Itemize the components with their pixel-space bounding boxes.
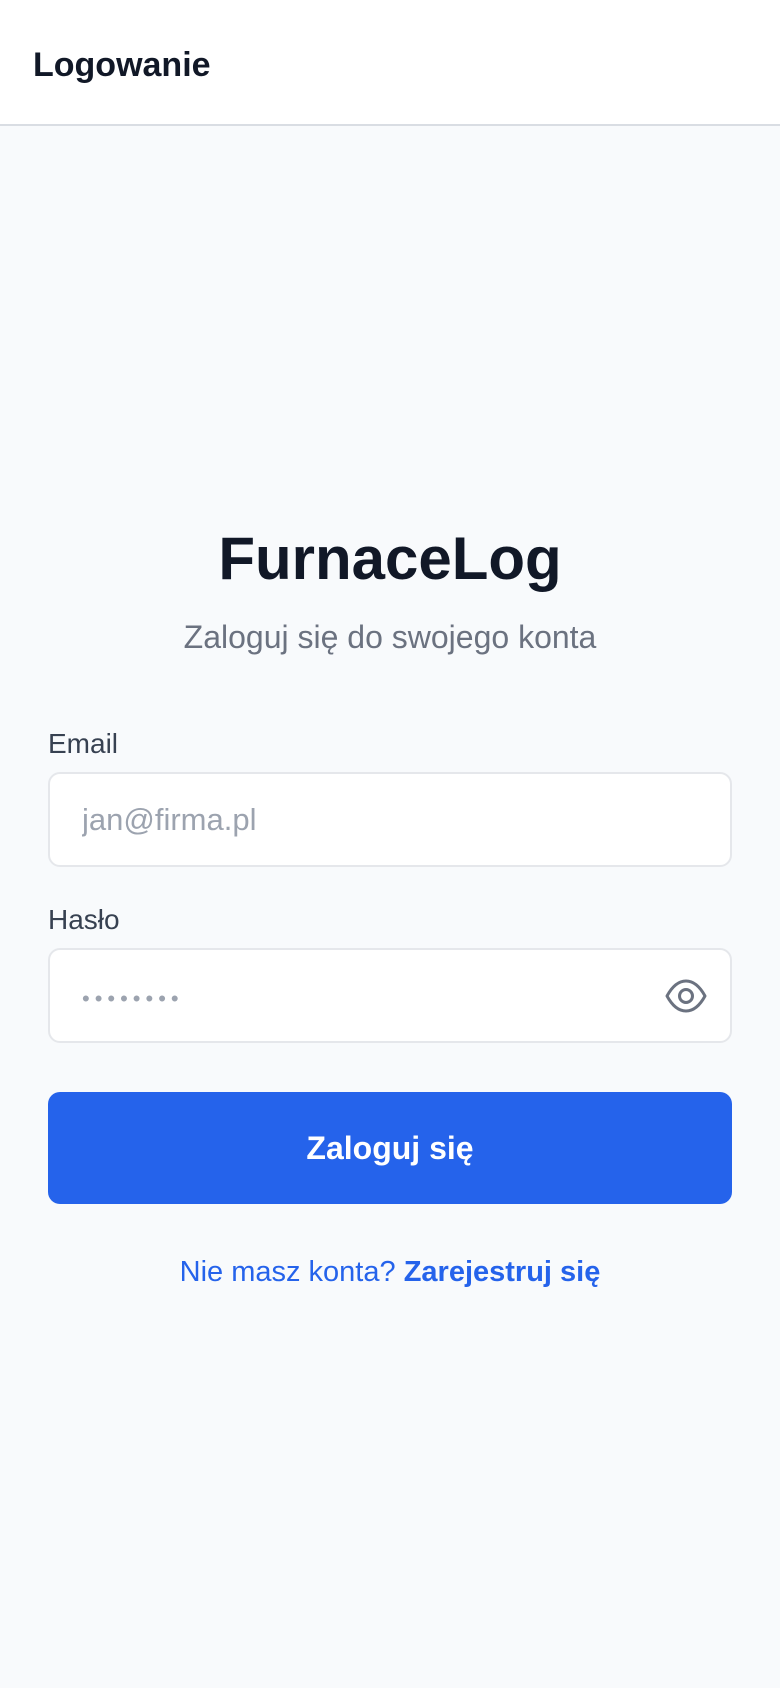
login-subtitle: Zaloguj się do swojego konta xyxy=(183,619,597,655)
email-label: Email xyxy=(48,728,119,759)
top-app-bar: Logowanie xyxy=(0,0,780,126)
app-brand-name: FurnaceLog xyxy=(218,525,562,592)
eye-icon[interactable] xyxy=(664,976,708,1016)
login-button[interactable]: Zaloguj się xyxy=(48,1092,732,1204)
register-prompt-text: Nie masz konta? xyxy=(179,1256,396,1288)
register-prompt: Nie masz konta? Zarejestruj się xyxy=(0,1254,780,1290)
password-input[interactable] xyxy=(50,950,730,1041)
password-field-container xyxy=(48,948,732,1043)
password-label: Hasło xyxy=(48,904,120,935)
email-field-container xyxy=(48,772,732,867)
email-input[interactable] xyxy=(50,774,730,865)
page-title: Logowanie xyxy=(33,46,211,84)
register-link[interactable]: Zarejestruj się xyxy=(404,1256,601,1288)
